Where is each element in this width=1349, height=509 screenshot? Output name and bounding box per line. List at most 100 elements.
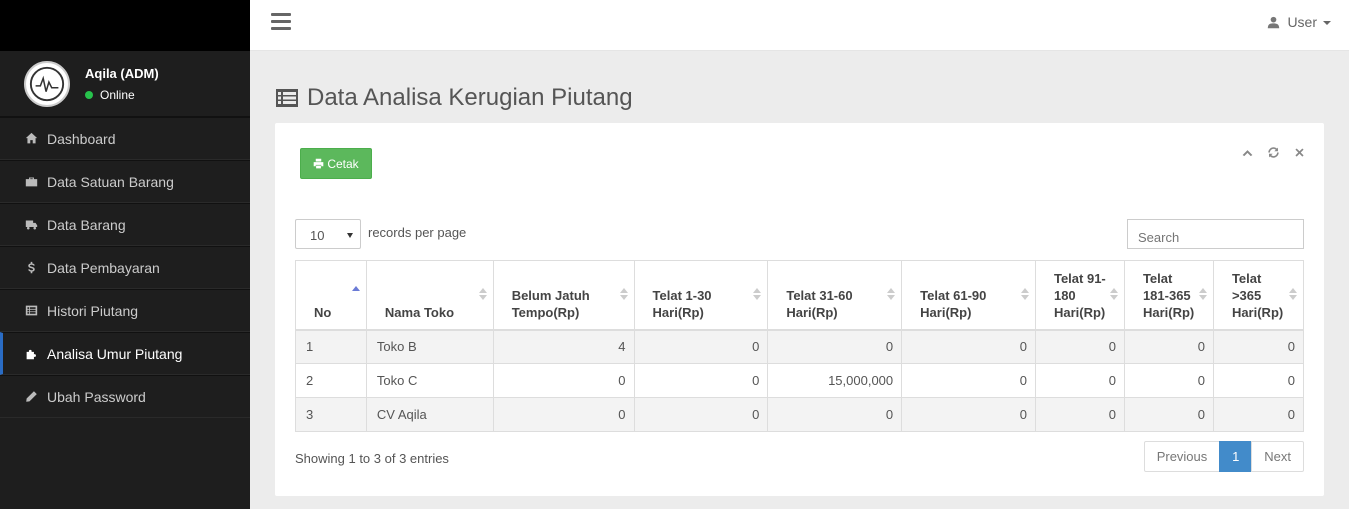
user-name: Aqila (ADM) (85, 65, 159, 81)
sidebar-item-dashboard[interactable]: Dashboard (0, 117, 250, 160)
page-title-text: Data Analisa Kerugian Piutang (307, 84, 633, 111)
briefcase-icon (24, 175, 38, 189)
cell-value: 0 (1123, 329, 1214, 364)
records-per-page-value: 10 (310, 228, 325, 243)
top-navbar: User (250, 0, 1349, 51)
collapse-icon[interactable] (1240, 145, 1254, 159)
records-per-page-select[interactable]: 10 (295, 219, 361, 249)
user-icon (1268, 16, 1280, 28)
page-title: Data Analisa Kerugian Piutang (275, 84, 633, 112)
brand-bar (0, 0, 250, 51)
sidebar-item-label: Histori Piutang (47, 302, 139, 319)
sidebar-item-data-satuan-barang[interactable]: Data Satuan Barang (0, 160, 250, 203)
sort-icon (1289, 288, 1297, 302)
sort-icon (1198, 288, 1207, 302)
status-label: Online (100, 87, 135, 102)
cell-nama-toko: CV Aqila (365, 397, 494, 432)
cell-value: 0 (1212, 397, 1305, 432)
cell-value: 0 (633, 363, 769, 398)
pagination: Previous 1 Next (1143, 441, 1304, 472)
sort-icon (619, 288, 628, 302)
column-header-telat-181-365[interactable]: Telat 181-365 Hari(Rp) (1123, 260, 1214, 331)
print-icon (314, 158, 324, 169)
search-input[interactable] (1127, 219, 1304, 249)
cell-value: 0 (901, 329, 1036, 364)
sidebar-item-analisa-umur-piutang[interactable]: Analisa Umur Piutang (0, 332, 250, 375)
sidebar-item-data-barang[interactable]: Data Barang (0, 203, 250, 246)
column-header-telat-1-30[interactable]: Telat 1-30 Hari(Rp) (633, 260, 769, 331)
cell-value: 0 (1034, 363, 1125, 398)
records-per-page-label: records per page (368, 225, 467, 240)
previous-page-button[interactable]: Previous (1143, 441, 1221, 472)
list-alt-icon (276, 89, 298, 107)
cell-value: 0 (1212, 329, 1305, 364)
print-label: Cetak (327, 156, 359, 171)
sort-icon (351, 286, 360, 300)
cell-value: 0 (901, 397, 1036, 432)
cell-value: 4 (492, 329, 635, 364)
cell-value: 0 (492, 397, 635, 432)
column-header-belum-jatuh-tempo[interactable]: Belum Jatuh Tempo(Rp) (492, 260, 635, 331)
column-header-telat-91-180[interactable]: Telat 91-180 Hari(Rp) (1034, 260, 1125, 331)
table-row: 3 CV Aqila 0 0 0 0 0 0 0 (295, 397, 1305, 432)
column-header-telat-31-60[interactable]: Telat 31-60 Hari(Rp) (767, 260, 903, 331)
column-header-telat-365-plus[interactable]: Telat >365 Hari(Rp) (1212, 260, 1305, 331)
sidebar-item-label: Ubah Password (47, 388, 146, 405)
column-header-nama-toko[interactable]: Nama Toko (365, 260, 494, 331)
sidebar-item-label: Data Pembayaran (47, 259, 160, 276)
content-panel: Cetak 10 records per page No Nama Toko B… (275, 123, 1324, 496)
cell-value: 0 (1123, 363, 1214, 398)
home-icon (24, 132, 38, 146)
cell-value: 0 (1034, 329, 1125, 364)
sort-icon (1109, 288, 1118, 302)
cell-value: 0 (1034, 397, 1125, 432)
sidebar-item-label: Dashboard (47, 130, 116, 147)
avatar (24, 60, 70, 107)
cell-no: 2 (295, 363, 367, 398)
panel-tools (1240, 145, 1306, 159)
sort-icon (887, 288, 896, 302)
user-profile: Aqila (ADM) Online (0, 51, 250, 117)
cell-no: 3 (295, 397, 367, 432)
cell-value: 0 (767, 329, 903, 364)
sidebar-item-histori-piutang[interactable]: Histori Piutang (0, 289, 250, 332)
cell-value: 0 (1212, 363, 1305, 398)
table-row: 1 Toko B 4 0 0 0 0 0 0 (295, 329, 1305, 364)
cell-value: 0 (901, 363, 1036, 398)
cell-value: 0 (492, 363, 635, 398)
sidebar: Aqila (ADM) Online Dashboard Data Satuan… (0, 0, 250, 509)
table-header-row: No Nama Toko Belum Jatuh Tempo(Rp) Telat… (295, 260, 1305, 331)
print-button[interactable]: Cetak (300, 148, 372, 179)
analysis-table: No Nama Toko Belum Jatuh Tempo(Rp) Telat… (295, 260, 1305, 432)
user-label: User (1287, 14, 1317, 30)
menu-toggle-icon[interactable] (271, 13, 291, 31)
table-info: Showing 1 to 3 of 3 entries (295, 451, 449, 466)
cell-value: 0 (1123, 397, 1214, 432)
refresh-icon[interactable] (1266, 145, 1280, 159)
dollar-icon (24, 261, 38, 275)
sidebar-item-data-pembayaran[interactable]: Data Pembayaran (0, 246, 250, 289)
avatar-logo-icon (29, 66, 65, 101)
sort-icon (753, 288, 762, 302)
pencil-icon (24, 390, 38, 404)
table-row: 2 Toko C 0 0 15,000,000 0 0 0 0 (295, 363, 1305, 398)
caret-down-icon (1323, 21, 1331, 25)
cell-value: 15,000,000 (767, 363, 903, 398)
cell-value: 0 (633, 397, 769, 432)
sidebar-item-ubah-password[interactable]: Ubah Password (0, 375, 250, 418)
user-dropdown[interactable]: User (1267, 14, 1331, 30)
cell-nama-toko: Toko C (365, 363, 494, 398)
close-icon[interactable] (1292, 145, 1306, 159)
column-header-telat-61-90[interactable]: Telat 61-90 Hari(Rp) (901, 260, 1036, 331)
cell-nama-toko: Toko B (365, 329, 494, 364)
column-header-no[interactable]: No (295, 260, 367, 331)
truck-icon (24, 218, 38, 232)
page-1-button[interactable]: 1 (1219, 441, 1253, 472)
sort-icon (478, 288, 487, 302)
list-icon (24, 304, 38, 318)
sidebar-item-label: Data Satuan Barang (47, 173, 174, 190)
next-page-button[interactable]: Next (1251, 441, 1304, 472)
cell-value: 0 (767, 397, 903, 432)
puzzle-icon (24, 347, 38, 361)
cell-no: 1 (295, 329, 367, 364)
